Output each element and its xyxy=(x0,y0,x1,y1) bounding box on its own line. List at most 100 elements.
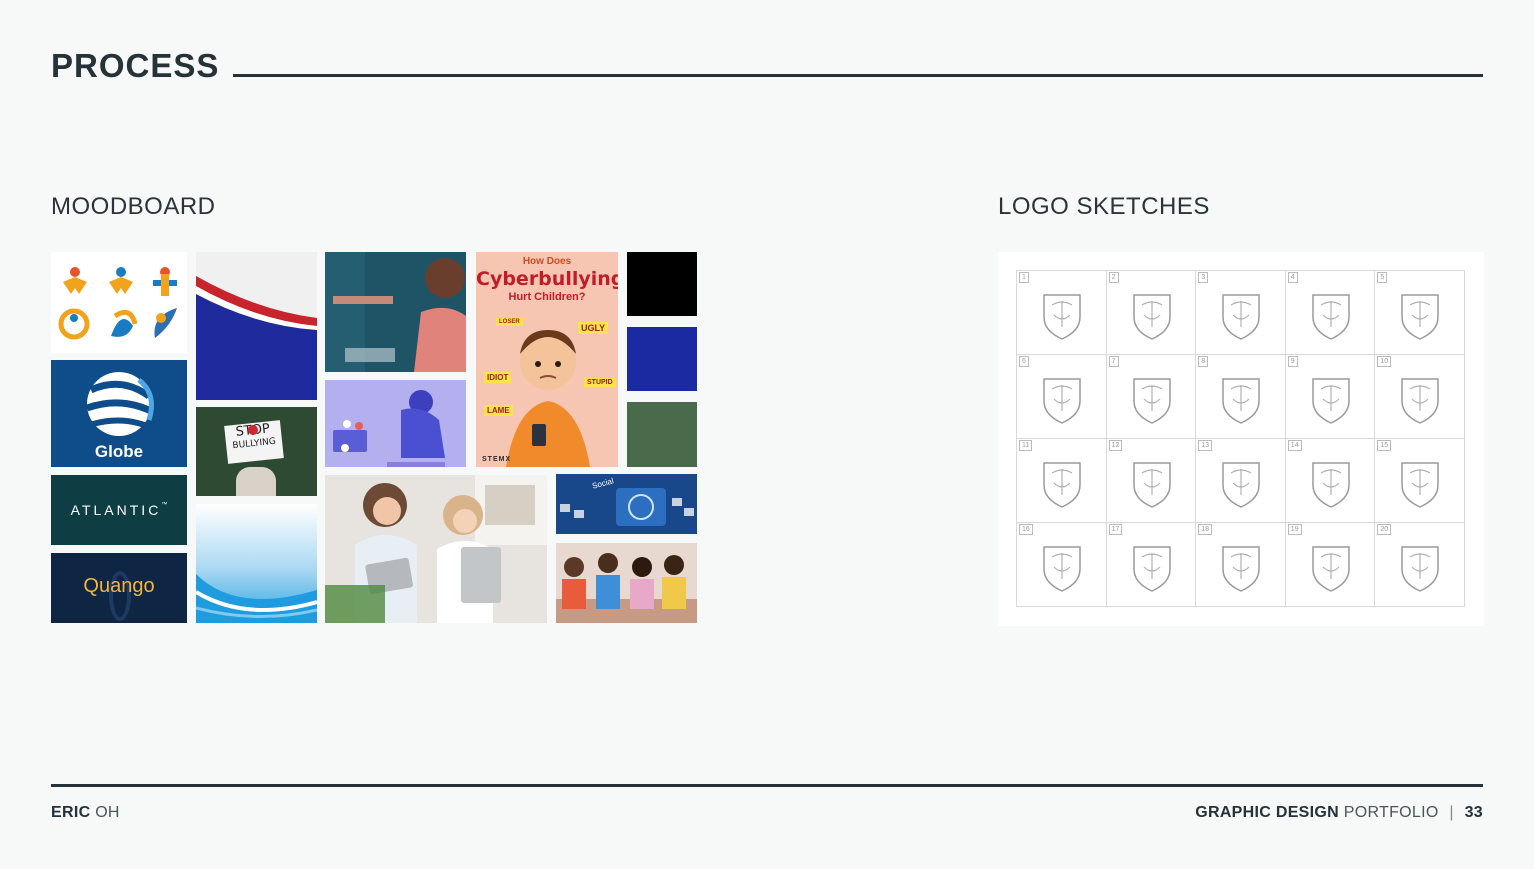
logo-sketches-sheet: 1 2 3 4 5 6 7 8 9 10 11 12 13 14 15 16 17 18 19 20 xyxy=(998,252,1484,626)
shield-sketch-icon xyxy=(1401,378,1440,424)
shield-sketch-icon xyxy=(1312,378,1350,424)
footer-portfolio: GRAPHIC DESIGN PORTFOLIO | 33 xyxy=(1195,803,1483,823)
sketch-cell: 14 xyxy=(1284,438,1376,523)
sketch-cell-number: 3 xyxy=(1198,272,1209,283)
page-title: PROCESS xyxy=(51,47,220,84)
sketch-cell-number: 1 xyxy=(1019,272,1029,283)
shield-sketch-icon xyxy=(1401,546,1440,592)
poster-brand: STEMX xyxy=(482,456,512,463)
sketch-cell: 10 xyxy=(1374,354,1465,439)
sketch-cell: 16 xyxy=(1016,522,1107,607)
shield-sketch-icon xyxy=(1312,462,1350,508)
sketch-cell: 15 xyxy=(1374,438,1465,523)
atlantic-logo-tile: ATLANTIC™ xyxy=(51,475,187,545)
sketch-cell-number: 11 xyxy=(1019,440,1033,451)
author-first-name: ERIC xyxy=(51,804,91,821)
social-keyboard-photo: Social xyxy=(556,474,697,534)
quango-logo-label: Quango xyxy=(83,575,155,597)
mother-daughter-tablet-photo xyxy=(325,475,547,623)
sketch-cell: 5 xyxy=(1374,270,1465,355)
swatch-blue xyxy=(627,327,697,391)
sketch-cell-number: 18 xyxy=(1198,524,1212,535)
stop-bullying-tile: STOP BULLYING xyxy=(196,407,317,496)
swatch-green xyxy=(627,402,697,467)
shield-sketch-icon xyxy=(1312,294,1350,340)
sketch-cell: 3 xyxy=(1195,270,1286,355)
sketch-cell-number: 9 xyxy=(1287,356,1298,367)
shield-sketch-icon xyxy=(1043,294,1081,340)
blue-swoosh-image xyxy=(196,574,317,623)
shield-sketch-icon xyxy=(1043,546,1081,592)
shield-sketch-icon xyxy=(1222,378,1260,424)
sketch-cell: 20 xyxy=(1374,522,1465,607)
author-last-name: OH xyxy=(95,804,120,821)
sketch-cell-number: 20 xyxy=(1377,524,1392,535)
sketch-cell-number: 7 xyxy=(1108,356,1119,367)
footer-author: ERIC OH xyxy=(51,803,120,823)
title-divider xyxy=(233,74,1483,77)
portfolio-title-bold: GRAPHIC DESIGN xyxy=(1195,804,1339,821)
shield-sketch-icon xyxy=(1312,546,1350,592)
sketch-cell-number: 13 xyxy=(1198,440,1212,451)
sad-person-illustration xyxy=(325,380,466,467)
shield-sketch-icon xyxy=(1401,462,1440,508)
red-blue-wave-tile xyxy=(196,252,317,400)
red-hand-icon xyxy=(248,425,258,435)
red-blue-wave-image xyxy=(196,276,317,400)
sketch-cell: 12 xyxy=(1105,438,1197,523)
logo-sketches-heading: LOGO SKETCHES xyxy=(998,193,1210,220)
sketch-cell-number: 4 xyxy=(1287,272,1298,283)
moodboard-heading: MOODBOARD xyxy=(51,193,216,220)
sketch-cell-number: 17 xyxy=(1108,524,1123,535)
shield-sketch-icon xyxy=(1132,378,1171,424)
sketch-cell: 9 xyxy=(1284,354,1376,439)
people-logos-image xyxy=(58,267,177,340)
page-number: 33 xyxy=(1464,804,1483,821)
shield-sketch-icon xyxy=(1043,378,1081,424)
portfolio-title-light: PORTFOLIO xyxy=(1343,804,1439,821)
people-logos-tile xyxy=(51,252,187,353)
sketch-cell-number: 10 xyxy=(1377,356,1392,367)
swatch-black xyxy=(627,252,697,316)
sketch-cell-number: 16 xyxy=(1019,524,1033,535)
sketch-cell: 13 xyxy=(1195,438,1286,523)
cyberbullying-poster: How Does Cyberbullying Hurt Children? LO… xyxy=(476,252,618,467)
sketch-cell: 2 xyxy=(1105,270,1197,355)
shield-sketch-icon xyxy=(1043,462,1081,508)
kids-phones-photo xyxy=(556,543,697,623)
sketch-cell: 18 xyxy=(1195,522,1286,607)
quango-logo-tile: Quango xyxy=(51,553,187,623)
sketch-cell-number: 6 xyxy=(1019,356,1029,367)
poster-boy-illustration xyxy=(506,330,590,467)
atlantic-logo-label: ATLANTIC xyxy=(70,502,162,518)
sketch-cell: 4 xyxy=(1284,270,1376,355)
shield-sketch-icon xyxy=(1222,462,1260,508)
sketch-cell: 8 xyxy=(1195,354,1286,439)
shield-sketch-icon xyxy=(1222,294,1260,340)
atlantic-trademark: ™ xyxy=(161,502,168,508)
footer-divider xyxy=(51,784,1483,787)
sketch-cell: 6 xyxy=(1016,354,1107,439)
sketch-cell: 1 xyxy=(1016,270,1107,355)
sketch-cell: 11 xyxy=(1016,438,1107,523)
sketch-cell-number: 8 xyxy=(1198,356,1209,367)
blue-swoosh-tile xyxy=(196,504,317,623)
pointing-finger-photo xyxy=(325,252,466,372)
sketch-cell-number: 2 xyxy=(1108,272,1119,283)
sketch-cell: 7 xyxy=(1105,354,1197,439)
shield-sketch-icon xyxy=(1401,294,1440,340)
shield-sketch-icon xyxy=(1132,294,1171,340)
sketch-cell-number: 15 xyxy=(1377,440,1392,451)
shield-sketch-icon xyxy=(1132,462,1171,508)
sketch-cell: 17 xyxy=(1105,522,1197,607)
sketch-cell-number: 5 xyxy=(1377,272,1388,283)
shield-sketch-icon xyxy=(1132,546,1171,592)
footer-separator: | xyxy=(1449,804,1454,821)
globe-logo-label: Globe xyxy=(94,442,144,461)
sketch-cell-number: 12 xyxy=(1108,440,1123,451)
sketch-cell: 19 xyxy=(1284,522,1376,607)
globe-logo-tile: Globe xyxy=(51,360,187,467)
sketch-cell-number: 19 xyxy=(1287,524,1302,535)
shield-sketch-icon xyxy=(1222,546,1260,592)
sketch-cell-number: 14 xyxy=(1287,440,1302,451)
